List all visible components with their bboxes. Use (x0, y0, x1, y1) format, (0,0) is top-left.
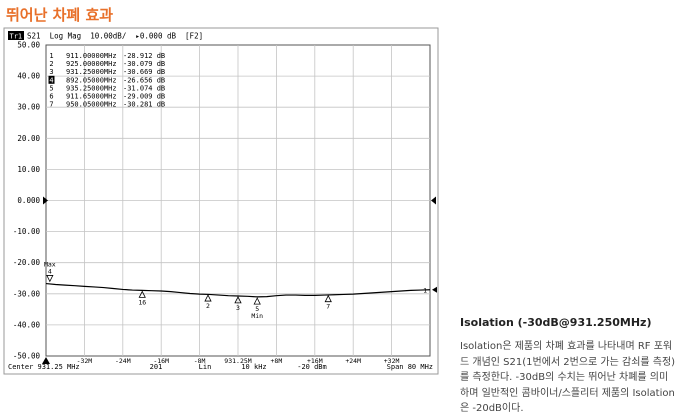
marker-table-value: -29.009 dB (123, 93, 165, 101)
y-tick-label: -30.00 (13, 289, 41, 298)
y-tick-label: -50.00 (13, 352, 41, 361)
footer-span: Span 80 MHz (387, 363, 433, 371)
marker-table-frequency: 911.65000MHz (66, 93, 117, 101)
description-title: Isolation (-30dB@931.250MHz) (460, 316, 652, 329)
marker-table-frequency: 925.00000MHz (66, 60, 117, 68)
y-tick-label: -20.00 (13, 258, 41, 267)
trace-tag: Tr1 (10, 33, 23, 41)
marker-table-id: 2 (49, 60, 53, 68)
chart-header: S21 Log Mag 10.00dB/ ▸0.000 dB [F2] (27, 32, 203, 41)
marker-table-id: 4 (49, 76, 53, 84)
marker-label: 2 (206, 302, 210, 310)
marker-table-value: -30.281 dB (123, 101, 165, 109)
y-tick-label: 40.00 (17, 72, 40, 81)
marker-note: Min (251, 312, 263, 320)
marker-table-value: -26.656 dB (123, 76, 165, 84)
marker-table-frequency: 931.25000MHz (66, 68, 117, 76)
marker-table-id: 5 (49, 84, 53, 92)
footer-points: 201 (150, 363, 163, 371)
marker-table-value: -30.669 dB (123, 68, 165, 76)
x-tick-label: -24M (115, 357, 131, 365)
marker-table-frequency: 950.05000MHz (66, 101, 117, 109)
footer-power: -20 dBm (297, 363, 327, 371)
reference-marker-label: 1 (423, 286, 427, 294)
marker-table-frequency: 911.00000MHz (66, 52, 117, 60)
y-tick-label: 10.00 (17, 165, 40, 174)
marker-label: 3 (236, 304, 240, 312)
footer-center-frequency: Center 931.25 MHz (8, 363, 80, 371)
marker-table-frequency: 935.25000MHz (66, 84, 117, 92)
marker-table-value: -30.079 dB (123, 60, 165, 68)
x-tick-label: +24M (345, 357, 361, 365)
marker-table-value: -28.912 dB (123, 52, 165, 60)
x-tick-label: +8M (271, 357, 283, 365)
marker-table-id: 6 (49, 93, 53, 101)
description-body: Isolation은 제품의 차폐 효과를 나타내며 RF 포워드 개념인 S2… (460, 341, 676, 414)
marker-table-id: 7 (49, 101, 53, 109)
y-tick-label: 0.000 (17, 196, 40, 205)
marker-table-frequency: 892.05000MHz (66, 76, 117, 84)
marker-table-value: -31.074 dB (123, 84, 165, 92)
y-tick-label: 50.00 (17, 41, 40, 50)
y-tick-label: -10.00 (13, 227, 41, 236)
marker-label: 7 (326, 303, 330, 311)
marker-label: 16 (138, 298, 146, 306)
y-tick-label: -40.00 (13, 320, 41, 329)
y-tick-label: 20.00 (17, 134, 40, 143)
y-tick-label: 30.00 (17, 103, 40, 112)
footer-sweep-type: Lin (199, 363, 212, 371)
marker-table-id: 3 (49, 68, 53, 76)
marker-label: 4 (48, 267, 52, 275)
marker-table-id: 1 (49, 52, 53, 60)
footer-if-bandwidth: 10 kHz (241, 363, 266, 371)
